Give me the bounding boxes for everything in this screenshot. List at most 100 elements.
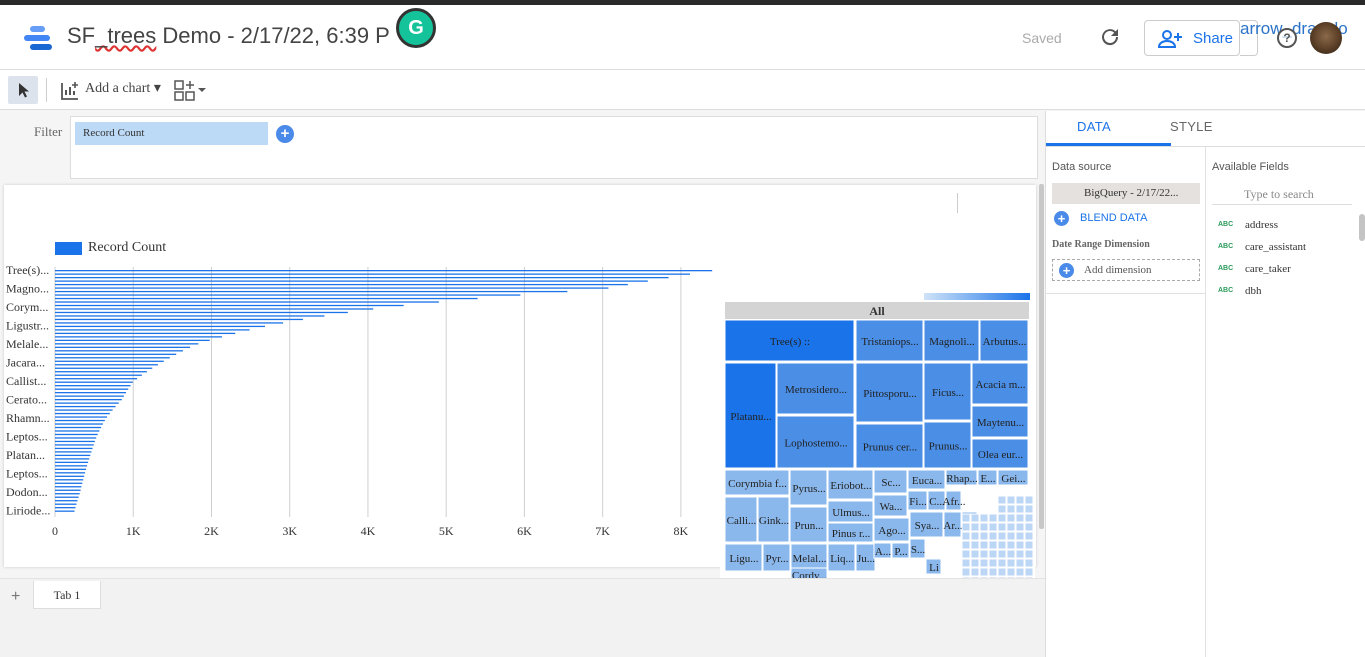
bar[interactable] [55,336,222,338]
select-tool-button[interactable] [8,76,38,104]
data-studio-logo-icon[interactable] [24,25,54,51]
treemap-cell[interactable] [988,558,998,568]
bar[interactable] [55,465,88,467]
treemap-cell[interactable] [970,567,980,577]
bar[interactable] [55,346,191,348]
bar[interactable] [55,283,628,286]
treemap-cell[interactable] [1024,549,1034,559]
treemap-cell[interactable] [1024,522,1034,532]
bar[interactable] [55,294,521,296]
treemap-cell[interactable] [970,522,980,532]
treemap-cell[interactable] [1024,567,1034,577]
bar[interactable] [55,357,170,359]
treemap-cell[interactable] [988,549,998,559]
bar[interactable] [55,339,210,342]
bar[interactable] [55,364,158,366]
bar[interactable] [55,315,325,317]
bar[interactable] [55,276,669,279]
treemap-cell[interactable] [1006,504,1016,514]
filter-box[interactable]: Record Count + [70,116,1038,179]
bar[interactable] [55,402,119,404]
treemap-cell[interactable] [997,549,1007,559]
bar[interactable] [55,468,87,470]
treemap-cell[interactable] [1006,495,1016,505]
bar[interactable] [55,318,303,321]
treemap-cell[interactable] [1024,558,1034,568]
treemap-cell[interactable] [970,549,980,559]
treemap-cell[interactable] [1015,549,1025,559]
bar[interactable] [55,322,284,324]
report-title[interactable]: SF_trees Demo - 2/17/22, 6:39 P [67,23,390,49]
treemap-cell[interactable] [979,531,989,541]
treemap-cell[interactable] [1015,513,1025,523]
bar[interactable] [55,398,122,401]
canvas-scrollbar[interactable] [1039,184,1044,529]
treemap-cell[interactable] [1006,558,1016,568]
add-chart-button[interactable]: Add a chart ▾ [60,80,161,100]
bar[interactable] [55,374,142,376]
fields-scrollbar[interactable] [1359,214,1365,241]
bar[interactable] [55,385,131,387]
field-item[interactable]: ABC care_taker [1218,263,1291,275]
field-item[interactable]: ABC address [1218,219,1278,231]
treemap-cell[interactable] [997,558,1007,568]
bar[interactable] [55,381,133,383]
bar[interactable] [55,409,113,411]
treemap-cell[interactable] [1006,567,1016,577]
treemap-cell[interactable] [979,522,989,532]
treemap-cell[interactable] [1006,540,1016,550]
bar[interactable] [55,329,250,331]
bar[interactable] [55,454,91,457]
treemap-cell[interactable] [961,567,971,577]
treemap-cell[interactable] [961,540,971,550]
treemap-card[interactable]: All Tree(s) :: Tristaniops... Magnoli... Arb… [720,252,1035,582]
bar[interactable] [55,367,153,369]
treemap-cell[interactable] [1024,531,1034,541]
bar[interactable] [55,500,78,502]
treemap-cell[interactable] [1015,504,1025,514]
bar[interactable] [55,360,164,362]
bar[interactable] [55,378,138,380]
help-icon[interactable]: ? [1277,28,1297,48]
bar[interactable] [55,395,124,397]
treemap-cell[interactable] [988,540,998,550]
treemap-cell[interactable] [961,549,971,559]
treemap-cell[interactable] [1024,540,1034,550]
bar[interactable] [55,507,76,509]
treemap-cell[interactable] [1024,495,1034,505]
bar[interactable] [55,392,127,394]
treemap-cell[interactable] [970,540,980,550]
treemap-cell[interactable] [1015,495,1025,505]
bar[interactable] [55,433,98,436]
field-item[interactable]: ABC care_assistant [1218,241,1306,253]
bar[interactable] [55,290,568,293]
treemap-cell[interactable] [970,531,980,541]
bar[interactable] [55,479,84,481]
bar[interactable] [55,416,108,418]
treemap-cell[interactable] [1015,558,1025,568]
add-page-button[interactable]: + [11,588,20,606]
tab-page-1[interactable]: Tab 1 [33,581,101,609]
treemap-cell[interactable] [997,504,1007,514]
treemap-cell[interactable] [997,567,1007,577]
treemap-cell[interactable] [970,513,980,523]
bar[interactable] [55,371,147,373]
treemap-cell[interactable] [979,540,989,550]
bar[interactable] [55,423,103,425]
bar[interactable] [55,510,75,512]
grammarly-icon[interactable]: G [396,8,436,48]
treemap-cell[interactable] [1024,504,1034,514]
treemap-cell[interactable] [1006,522,1016,532]
avatar[interactable] [1310,22,1342,54]
treemap-cell[interactable] [979,558,989,568]
treemap-cell[interactable] [979,549,989,559]
treemap-cell[interactable] [1015,522,1025,532]
treemap-cell[interactable] [1015,567,1025,577]
add-filter-icon[interactable]: + [276,125,294,143]
treemap-cell[interactable] [961,522,971,532]
bar[interactable] [55,475,85,477]
share-button[interactable]: Share [1144,20,1240,56]
bar[interactable] [55,273,690,275]
bar[interactable] [55,297,478,300]
add-control-icon[interactable] [174,80,208,102]
